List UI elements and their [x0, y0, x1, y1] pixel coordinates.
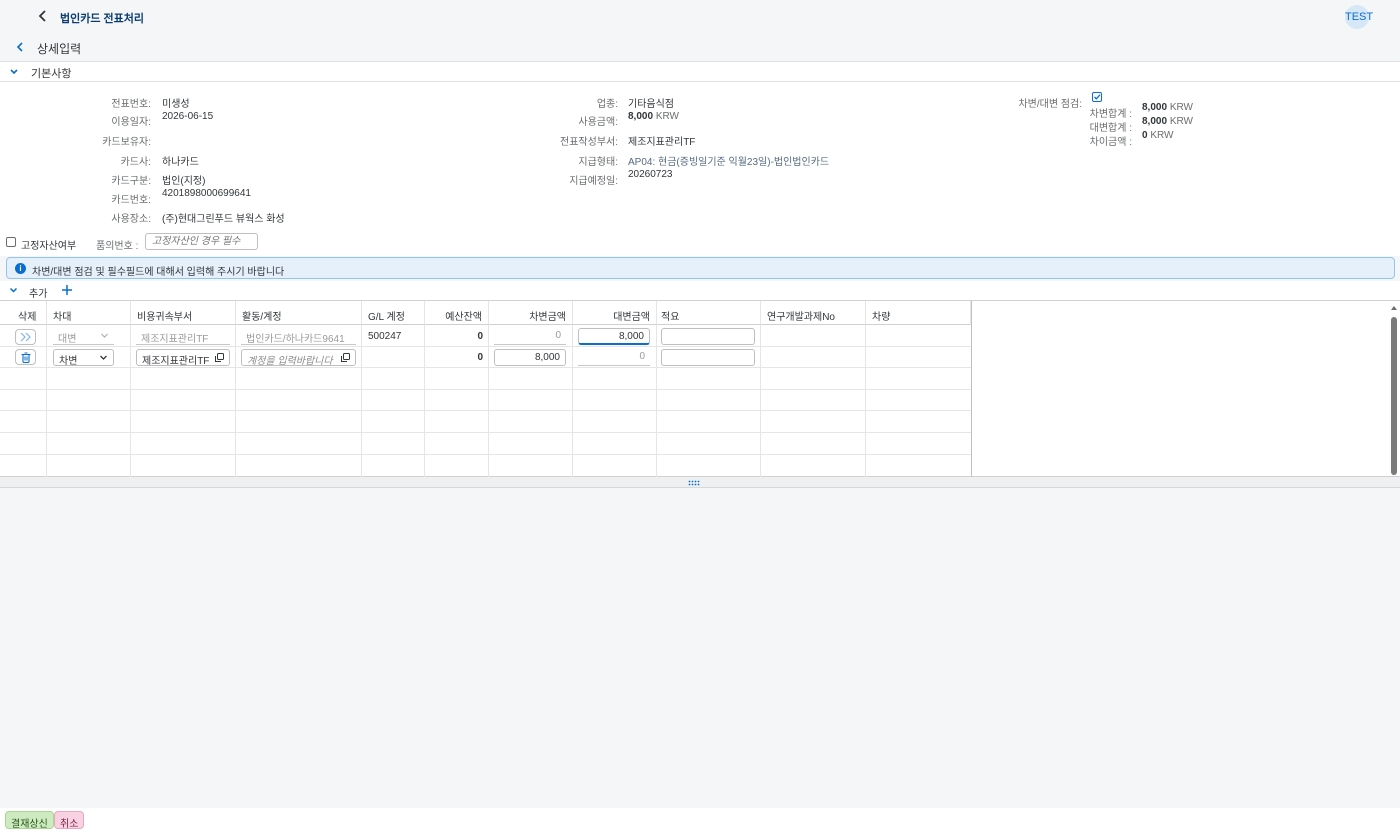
col-header-dc: 차대 — [47, 301, 131, 325]
card-number-value: 4201898000699641 — [162, 188, 251, 199]
cost-dept-input[interactable]: 제조지표관리TF — [136, 328, 230, 345]
budget-balance-value: 0 — [477, 352, 483, 363]
business-type-value: 기타음식점 — [628, 99, 674, 110]
footer-toolbar: 결재상신 취소 — [0, 808, 1400, 836]
payment-type-value: AP04: 현금(증빙일기준 익월23일)-법인법인카드 — [628, 157, 830, 168]
fixed-asset-label: 고정자산여부 — [21, 241, 77, 252]
basic-info-form: 전표번호: 미생성 이용일자: 2026-06-15 카드보유자: 카드사: 하… — [0, 82, 1400, 230]
payment-date-label: 지급예정일: — [569, 176, 618, 187]
delete-row-button[interactable] — [15, 349, 36, 365]
credit-amount-input[interactable]: 0 — [578, 349, 650, 366]
app-title: 법인카드 전표처리 — [60, 13, 145, 25]
debit-total-label: 차변합계 : — [1089, 109, 1132, 120]
scroll-thumb[interactable] — [1391, 317, 1397, 475]
col-header-rnd-no: 연구개발과제No — [761, 301, 866, 325]
double-arrow-icon — [20, 332, 31, 342]
col-header-account: 활동/계정 — [236, 301, 362, 325]
voucher-no-value: 미생성 — [162, 99, 190, 110]
approval-no-label: 품의번호 : — [96, 241, 139, 252]
payment-date-value: 20260723 — [628, 169, 673, 180]
chevron-down-icon[interactable] — [8, 66, 20, 78]
row-detail-button[interactable] — [15, 329, 36, 345]
info-message: 차변/대변 점검 및 필수필드에 대해서 입력해 주시기 바랍니다 — [32, 267, 285, 278]
business-type-label: 업종: — [596, 99, 618, 110]
shell-header: 법인카드 전표처리 TEST — [0, 0, 1400, 34]
grip-icon — [688, 480, 700, 486]
account-input[interactable]: 계정을 입력바랍니다 — [241, 349, 356, 366]
budget-balance-value: 0 — [477, 331, 483, 342]
value-help-icon[interactable] — [214, 352, 225, 363]
chevron-left-icon[interactable] — [36, 8, 50, 24]
balance-check-label: 차변/대변 점검: — [1018, 99, 1082, 110]
memo-input[interactable] — [661, 349, 755, 366]
line-items-table: 삭제 차대 비용귀속부서 활동/계정 G/L 계정 예산잔액 차변금액 대변금액… — [0, 300, 1400, 486]
fixed-asset-row: 고정자산여부 품의번호 : — [0, 230, 1400, 256]
card-holder-label: 카드보유자: — [102, 137, 151, 148]
diff-amount-value: 0 KRW — [1142, 130, 1174, 141]
approval-no-input[interactable] — [145, 233, 258, 250]
table-section-label: 추가 — [29, 289, 48, 300]
use-amount-label: 사용금액: — [578, 117, 618, 128]
back-chevron-icon[interactable] — [14, 40, 26, 54]
value-help-icon[interactable] — [340, 352, 351, 363]
col-header-budget: 예산잔액 — [425, 301, 489, 325]
table-toolbar: 추가 — [0, 281, 1400, 300]
scroll-up-icon[interactable] — [1390, 304, 1398, 311]
card-number-label: 카드번호: — [111, 195, 151, 206]
gl-account-value: 500247 — [368, 331, 402, 342]
fixed-asset-checkbox[interactable] — [6, 237, 16, 247]
writer-dept-label: 전표작성부서: — [560, 137, 618, 148]
page-header: 상세입력 — [0, 34, 1400, 60]
table-scrollbar[interactable] — [1390, 304, 1398, 486]
debit-total-value: 8,000 KRW — [1142, 102, 1193, 113]
info-message-strip: i 차변/대변 점검 및 필수필드에 대해서 입력해 주시기 바랍니다 — [6, 257, 1395, 279]
col-header-credit: 대변금액 — [573, 301, 657, 325]
user-avatar[interactable]: TEST — [1345, 5, 1373, 29]
col-header-memo: 적요 — [657, 301, 761, 325]
cost-dept-input[interactable]: 제조지표관리TF — [136, 349, 230, 366]
credit-total-label: 대변합계 : — [1089, 123, 1132, 134]
trash-icon — [21, 352, 31, 363]
col-header-vehicle: 차량 — [866, 301, 971, 325]
writer-dept-value: 제조지표관리TF — [628, 137, 696, 148]
voucher-no-label: 전표번호: — [111, 99, 151, 110]
debit-amount-input[interactable]: 0 — [494, 328, 566, 345]
use-date-value: 2026-06-15 — [162, 111, 214, 122]
cancel-button[interactable]: 취소 — [54, 811, 85, 830]
chevron-down-icon — [101, 333, 108, 338]
chevron-down-icon — [100, 355, 107, 360]
debit-amount-input[interactable]: 8,000 — [494, 349, 566, 366]
card-type-label: 카드구분: — [111, 176, 151, 187]
col-header-delete: 삭제 — [0, 301, 47, 325]
card-company-value: 하나카드 — [162, 157, 199, 168]
col-header-debit: 차변금액 — [489, 301, 573, 325]
info-icon: i — [15, 263, 26, 274]
use-date-label: 이용일자: — [111, 117, 151, 128]
credit-amount-input[interactable]: 8,000 — [578, 328, 650, 345]
submit-approval-button[interactable]: 결재상신 — [5, 811, 54, 830]
dc-select[interactable]: 대변 — [53, 328, 114, 345]
check-square-icon — [1092, 92, 1102, 102]
card-type-value: 법인(지정) — [162, 176, 206, 187]
payment-type-label: 지급형태: — [578, 157, 618, 168]
chevron-down-icon[interactable] — [8, 285, 19, 296]
use-place-value: (주)현대그린푸드 뷰웍스 화성 — [162, 214, 285, 225]
col-header-gl: G/L 계정 — [362, 301, 425, 325]
page-title: 상세입력 — [37, 42, 82, 56]
dc-select[interactable]: 차변 — [53, 349, 114, 366]
memo-input[interactable] — [661, 328, 755, 345]
col-header-cost-dept: 비용귀속부서 — [131, 301, 236, 325]
panel-title: 기본사항 — [31, 68, 72, 80]
card-company-label: 카드사: — [120, 157, 151, 168]
add-row-icon[interactable] — [60, 283, 74, 297]
use-place-label: 사용장소: — [111, 214, 151, 225]
account-input[interactable]: 법인카드/하나카드9641 — [241, 328, 356, 345]
credit-total-value: 8,000 KRW — [1142, 116, 1193, 127]
diff-amount-label: 차이금액 : — [1089, 137, 1132, 148]
basic-info-panel-header[interactable]: 기본사항 — [0, 61, 1400, 82]
table-resize-handle[interactable] — [0, 477, 1400, 488]
use-amount-value: 8,000 KRW — [628, 111, 679, 122]
